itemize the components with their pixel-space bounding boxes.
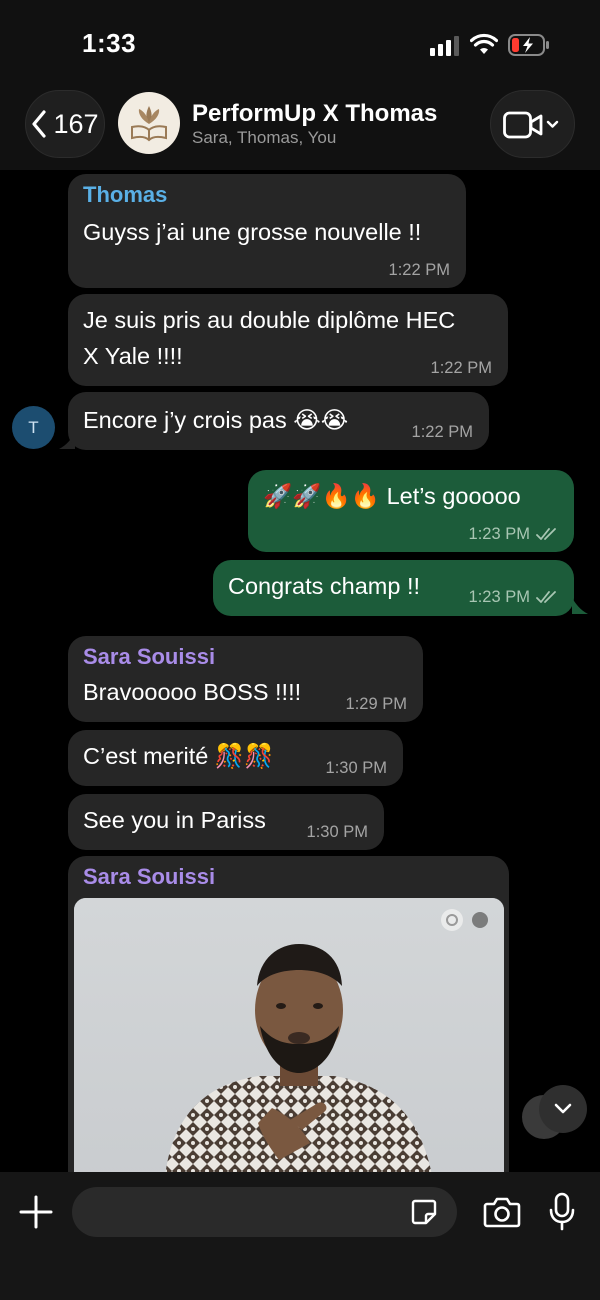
gif-image[interactable] [74,898,504,1172]
message-time: 1:22 PM [411,423,473,441]
sender-name: Sara Souissi [83,644,216,669]
scroll-to-bottom-button[interactable] [539,1085,587,1133]
wifi-icon [470,33,498,54]
message-text: Je suis pris au double diplôme HEC [83,307,456,333]
message-bubble[interactable]: Encore j’y crois pas 😭😭 1:22 PM [68,392,489,450]
status-time: 1:33 [82,28,137,58]
video-camera-icon [503,111,559,139]
compose-bar [0,1172,600,1300]
message-time: 1:30 PM [306,823,368,841]
chevron-left-icon [32,110,47,138]
group-avatar[interactable] [118,92,180,154]
double-check-icon [536,528,556,540]
person-pointing-image [74,898,504,1172]
message-bubble[interactable]: C’est merité 🎊🎊 1:30 PM [68,730,403,786]
double-check-icon [536,591,556,603]
book-leaf-logo-icon [131,106,167,142]
message-time: 1:23 PM [468,525,530,543]
message-time: 1:23 PM [468,588,530,606]
message-text: X Yale !!!! [83,343,183,369]
media-message-bubble[interactable]: Sara Souissi [68,856,509,1172]
message-text: Encore j’y crois pas 😭😭 [83,407,349,433]
bubble-tail [572,598,588,614]
sender-avatar[interactable]: T [12,406,55,449]
message-time: 1:22 PM [430,359,492,377]
message-bubble-outgoing[interactable]: Congrats champ !! 1:23 PM [213,560,574,616]
sender-name: Thomas [83,182,168,207]
message-list[interactable]: Thomas Guyss j’ai une grosse nouvelle !!… [0,170,600,1172]
message-bubble-outgoing[interactable]: 🚀🚀🔥🔥 Let’s gooooo 1:23 PM [248,470,574,552]
unread-count: 167 [53,108,99,139]
group-members[interactable]: Sara, Thomas, You [192,128,336,148]
camera-icon[interactable] [483,1195,521,1229]
message-time: 1:29 PM [345,695,407,713]
chevron-down-icon [554,1103,572,1114]
message-bubble[interactable]: Je suis pris au double diplôme HEC X Yal… [68,294,508,386]
message-text: Congrats champ !! [228,573,421,599]
chat-header: 167 PerformUp X Thomas Sara, Thomas, You [0,88,600,170]
status-bar: 1:33 [0,0,600,88]
battery-low-charging-icon [508,34,549,56]
message-bubble[interactable]: See you in Pariss 1:30 PM [68,794,384,850]
message-text: 🚀🚀🔥🔥 Let’s gooooo [263,483,521,509]
back-button[interactable]: 167 [25,90,105,158]
message-text: C’est merité 🎊🎊 [83,743,274,769]
sticker-icon[interactable] [410,1198,438,1226]
microphone-icon[interactable] [548,1192,576,1232]
message-text: See you in Pariss [83,807,266,833]
message-text: Guyss j’ai une grosse nouvelle !! [83,219,422,245]
message-time: 1:30 PM [325,759,387,777]
message-bubble[interactable]: Thomas Guyss j’ai une grosse nouvelle !!… [68,174,466,288]
sender-name: Sara Souissi [83,864,216,889]
message-input[interactable] [90,1187,390,1237]
message-input-field[interactable] [72,1187,457,1237]
plus-icon[interactable] [16,1192,56,1232]
cellular-signal-icon [430,36,462,56]
video-call-button[interactable] [490,90,575,158]
message-text: Bravooooo BOSS !!!! [83,679,302,705]
message-bubble[interactable]: Sara Souissi Bravooooo BOSS !!!! 1:29 PM [68,636,423,722]
group-name[interactable]: PerformUp X Thomas [192,100,437,128]
message-time: 1:22 PM [388,261,450,279]
